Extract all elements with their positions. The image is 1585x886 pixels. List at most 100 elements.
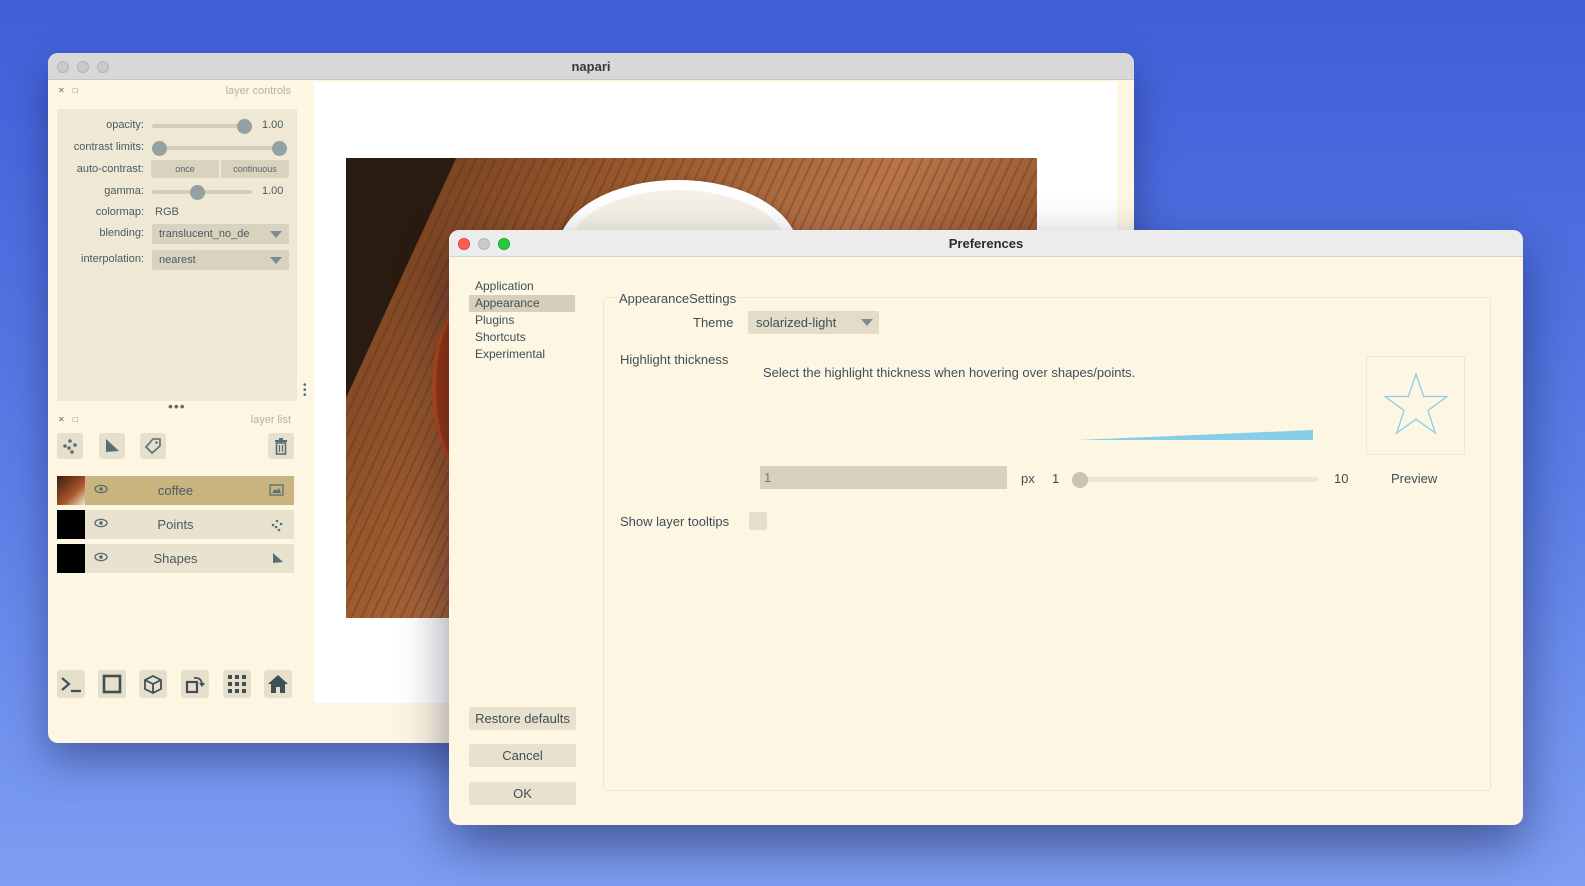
unit-label: px — [1021, 471, 1035, 486]
continuous-button[interactable]: continuous — [221, 160, 289, 178]
layer-name: Points — [157, 517, 194, 532]
layer-controls-panel: opacity: 1.00 contrast limits: auto-cont… — [57, 109, 297, 401]
napari-titlebar: napari — [48, 53, 1134, 80]
points-icon — [270, 518, 284, 535]
close-button[interactable] — [57, 61, 69, 73]
layer-item-coffee[interactable]: coffee — [57, 476, 294, 505]
chevron-down-icon — [861, 319, 873, 326]
highlight-preview — [1366, 356, 1465, 455]
nav-item-shortcuts[interactable]: Shortcuts — [469, 329, 575, 346]
contrast-max-handle[interactable] — [272, 141, 287, 156]
home-button[interactable] — [264, 670, 292, 698]
thickness-ramp-graphic — [1077, 430, 1313, 440]
interpolation-label: interpolation: — [81, 253, 144, 265]
new-labels-layer-button[interactable] — [140, 433, 166, 459]
preview-label: Preview — [1391, 471, 1438, 486]
zoom-button[interactable] — [97, 61, 109, 73]
colormap-row: colormap: RGB — [57, 203, 297, 223]
window-controls — [458, 238, 510, 250]
contrast-min-handle[interactable] — [152, 141, 167, 156]
highlight-slider-handle[interactable] — [1072, 472, 1088, 488]
highlight-description: Select the highlight thickness when hove… — [763, 365, 1136, 380]
auto-contrast-row: auto-contrast: once continuous — [57, 160, 297, 180]
highlight-thickness-slider[interactable] — [1074, 477, 1318, 482]
trash-icon — [275, 438, 287, 455]
layer-item-shapes[interactable]: Shapes — [57, 544, 294, 573]
ndisplay-button[interactable] — [98, 670, 126, 698]
thickness-value: 1 — [764, 470, 772, 485]
blending-row: blending: translucent_no_de — [57, 224, 297, 244]
interpolation-row: interpolation: nearest — [57, 250, 297, 270]
chevron-down-icon — [270, 257, 282, 264]
square-icon — [102, 674, 122, 694]
minimize-button[interactable] — [77, 61, 89, 73]
show-tooltips-checkbox[interactable] — [749, 512, 767, 530]
dock-float-icon[interactable]: □ — [73, 415, 78, 424]
star-icon — [1382, 371, 1449, 435]
layer-name: Shapes — [153, 551, 198, 566]
vertical-splitter-handle[interactable]: • • • — [303, 381, 311, 401]
new-shapes-layer-button[interactable] — [99, 433, 125, 459]
slider-max-label: 10 — [1334, 471, 1349, 486]
layer-item-points[interactable]: Points — [57, 510, 294, 539]
nav-item-appearance[interactable]: Appearance — [469, 295, 575, 312]
gamma-value: 1.00 — [262, 185, 284, 197]
blending-select[interactable]: translucent_no_de — [152, 224, 289, 244]
gamma-row: gamma: 1.00 — [57, 182, 297, 202]
nav-item-experimental[interactable]: Experimental — [469, 346, 575, 363]
minimize-button[interactable] — [478, 238, 490, 250]
contrast-limits-slider[interactable] — [152, 146, 287, 150]
preferences-titlebar: Preferences — [449, 230, 1523, 257]
chevron-down-icon — [270, 231, 282, 238]
blending-value: translucent_no_de — [159, 228, 250, 240]
grid-view-button[interactable] — [223, 670, 251, 698]
new-points-layer-button[interactable] — [57, 433, 83, 459]
interpolation-value: nearest — [159, 254, 196, 266]
dock-float-icon[interactable]: □ — [73, 86, 78, 95]
gamma-slider-handle[interactable] — [190, 185, 205, 200]
console-button[interactable] — [57, 670, 85, 698]
nav-item-plugins[interactable]: Plugins — [469, 312, 575, 329]
layer-tools — [57, 433, 297, 463]
zoom-button[interactable] — [498, 238, 510, 250]
shapes-icon — [106, 439, 119, 452]
once-button[interactable]: once — [151, 160, 219, 178]
close-button[interactable] — [458, 238, 470, 250]
highlight-thickness-input[interactable]: 1 — [760, 466, 1007, 489]
delete-layer-button[interactable] — [268, 433, 294, 459]
layer-list-header: ✕ □ layer list — [58, 414, 291, 426]
theme-value: solarized-light — [756, 315, 837, 330]
slider-min-label: 1 — [1052, 471, 1060, 486]
nav-item-application[interactable]: Application — [469, 278, 575, 295]
preferences-dialog: Preferences Application Appearance Plugi… — [449, 230, 1523, 825]
theme-select[interactable]: solarized-light — [748, 311, 879, 334]
dock-resize-handle[interactable]: ••• — [168, 398, 186, 414]
opacity-slider-handle[interactable] — [237, 119, 252, 134]
window-title: napari — [571, 58, 611, 74]
interpolation-select[interactable]: nearest — [152, 250, 289, 270]
dock-close-icon[interactable]: ✕ — [58, 86, 65, 95]
group-title: AppearanceSettings — [617, 291, 739, 306]
transpose-button[interactable] — [181, 670, 209, 698]
auto-contrast-label: auto-contrast: — [76, 163, 144, 175]
ok-button[interactable]: OK — [469, 782, 576, 805]
cube-icon — [144, 674, 162, 695]
opacity-label: opacity: — [106, 119, 144, 131]
image-icon — [269, 484, 284, 499]
rotate-icon — [185, 676, 205, 694]
layer-name: coffee — [157, 483, 194, 498]
contrast-limits-row: contrast limits: — [57, 138, 297, 158]
colormap-label: colormap: — [95, 206, 144, 218]
cancel-button[interactable]: Cancel — [469, 744, 576, 767]
window-controls — [57, 61, 109, 73]
roll-dims-button[interactable] — [139, 670, 167, 698]
blending-label: blending: — [99, 227, 144, 239]
terminal-icon — [61, 677, 81, 693]
restore-defaults-button[interactable]: Restore defaults — [469, 707, 576, 730]
layer-controls-title: layer controls — [225, 84, 291, 97]
opacity-value: 1.00 — [262, 119, 284, 131]
preferences-nav: Application Appearance Plugins Shortcuts… — [469, 278, 575, 363]
grid-icon — [228, 675, 246, 693]
dock-close-icon[interactable]: ✕ — [58, 415, 65, 424]
colormap-value: RGB — [155, 206, 179, 218]
